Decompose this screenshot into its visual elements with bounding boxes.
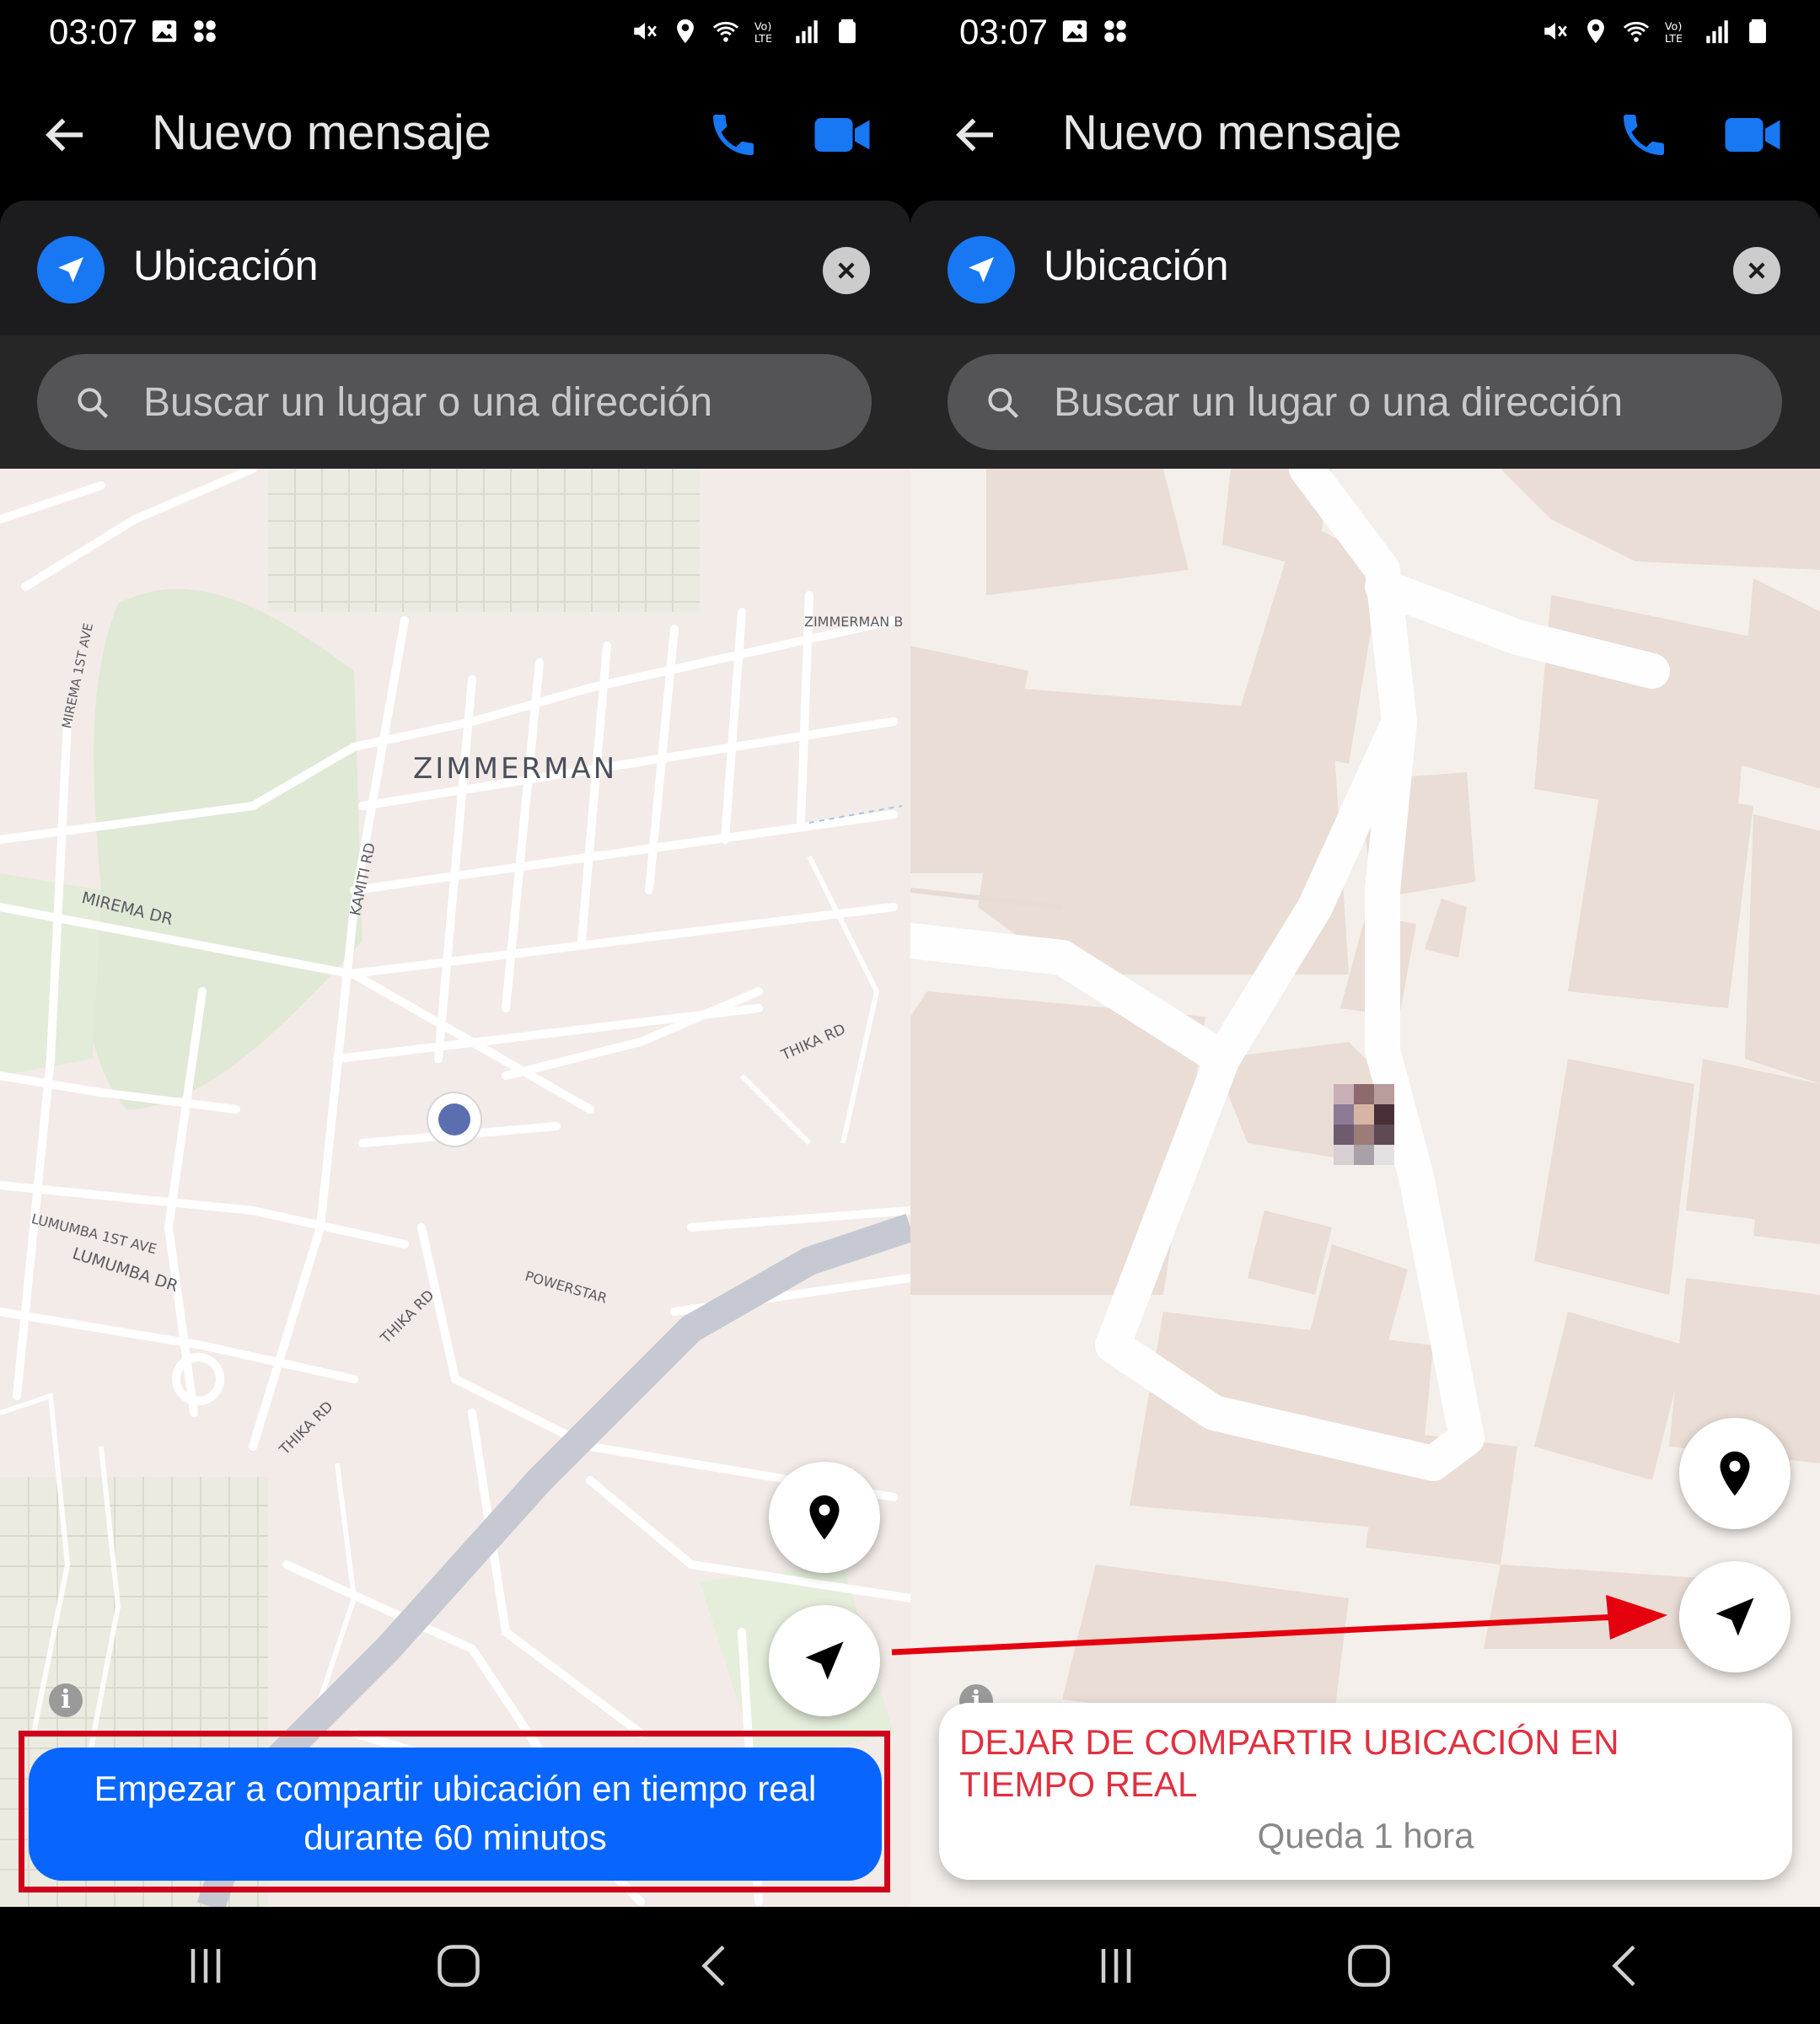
right-screenshot: 03:07 Vo) LTE Nuevo mensaje Ubicación Bu… [910, 0, 1820, 2024]
location-attachment-bar: Ubicación [0, 201, 910, 336]
svg-text:LTE: LTE [754, 33, 772, 46]
status-bar: 03:07 Vo) LTE [910, 0, 1820, 67]
location-icon [1581, 17, 1610, 46]
header: Nuevo mensaje [0, 67, 910, 201]
location-icon [671, 17, 700, 46]
search-area [910, 336, 1820, 469]
navigation-bar [910, 1907, 1820, 2024]
mute-icon [1541, 17, 1570, 46]
video-camera-icon [1725, 118, 1780, 152]
map-pin-icon [809, 1495, 840, 1540]
back-button[interactable] [40, 110, 91, 160]
back-icon[interactable] [690, 1941, 740, 1991]
search-input[interactable] [143, 369, 818, 435]
header: Nuevo mensaje [910, 67, 1820, 201]
phone-icon [713, 115, 754, 155]
status-time: 03:07 [49, 12, 138, 51]
close-icon [838, 262, 855, 279]
map-canvas [0, 469, 910, 1907]
page-title: Nuevo mensaje [1062, 105, 1402, 160]
drop-pin-button[interactable] [769, 1462, 880, 1573]
location-label: Ubicación [1044, 242, 1229, 289]
location-label: Ubicación [133, 242, 319, 289]
street-map[interactable]: ZIMMERMAN ZIMMERMAN B MIREMA 1ST AVE MIR… [0, 469, 910, 1907]
gallery-icon [150, 17, 179, 46]
home-icon[interactable] [433, 1941, 484, 1991]
navigation-arrow-icon [805, 1641, 844, 1680]
neighborhood-label: ZIMMERMAN [413, 752, 618, 786]
video-call-button[interactable] [1723, 110, 1782, 160]
video-call-button[interactable] [813, 110, 872, 160]
recent-apps-icon[interactable] [1091, 1941, 1141, 1991]
back-button[interactable] [951, 110, 1001, 160]
volte-icon: Vo) LTE [1662, 17, 1691, 46]
close-icon [1748, 262, 1765, 279]
call-button[interactable] [1617, 108, 1671, 162]
zoomed-map[interactable]: i [910, 469, 1820, 1907]
current-location-button[interactable] [1679, 1561, 1790, 1672]
back-icon[interactable] [1600, 1941, 1651, 1991]
arrow-left-icon [956, 118, 993, 152]
location-attachment-bar: Ubicación [910, 201, 1820, 336]
left-screenshot: 03:07 Vo) LTE Nuevo mensaje Ubicación Bu… [0, 0, 910, 2024]
navigation-arrow-icon [1715, 1597, 1754, 1636]
home-icon[interactable] [1344, 1941, 1394, 1991]
drop-pin-button[interactable] [1679, 1418, 1790, 1529]
map-pin-icon [1720, 1451, 1750, 1496]
volte-icon: Vo) LTE [752, 17, 781, 46]
stop-sharing-button[interactable]: DEJAR DE COMPARTIR UBICACIÓN EN TIEMPO R… [959, 1721, 1752, 1806]
svg-text:Vo): Vo) [754, 21, 772, 34]
navigation-bar [0, 1907, 910, 2024]
street-label: ZIMMERMAN B [804, 614, 904, 630]
arrow-left-icon [46, 118, 83, 152]
recent-apps-icon[interactable] [180, 1941, 231, 1991]
navigation-arrow-icon [37, 236, 105, 303]
apps-icon [191, 17, 219, 46]
battery-icon [1743, 17, 1772, 46]
search-input[interactable] [1054, 369, 1728, 435]
info-icon[interactable]: i [49, 1683, 83, 1717]
svg-text:LTE: LTE [1665, 33, 1683, 46]
signal-icon [1703, 17, 1731, 46]
close-button[interactable] [1733, 247, 1780, 294]
page-title: Nuevo mensaje [152, 105, 491, 160]
close-button[interactable] [823, 247, 870, 294]
current-location-button[interactable] [769, 1605, 880, 1716]
time-remaining: Queda 1 hora [1257, 1816, 1474, 1855]
search-box[interactable] [948, 354, 1782, 450]
mute-icon [631, 17, 659, 46]
map-canvas [910, 469, 1820, 1907]
video-camera-icon [814, 118, 870, 152]
apps-icon [1101, 17, 1130, 46]
location-marker-pixelated [1334, 1084, 1394, 1165]
signal-icon [792, 17, 821, 46]
search-icon [988, 388, 1019, 419]
search-area [0, 336, 910, 469]
annotation-highlight-box [19, 1731, 890, 1892]
stop-sharing-card[interactable]: DEJAR DE COMPARTIR UBICACIÓN EN TIEMPO R… [939, 1703, 1792, 1880]
call-button[interactable] [706, 108, 760, 162]
phone-icon [1624, 115, 1664, 155]
wifi-icon [1622, 17, 1651, 46]
navigation-arrow-icon [948, 236, 1015, 303]
wifi-icon [711, 17, 740, 46]
svg-text:Vo): Vo) [1665, 21, 1683, 34]
status-time: 03:07 [959, 12, 1049, 51]
status-bar: 03:07 Vo) LTE [0, 0, 910, 67]
search-icon [78, 388, 109, 419]
gallery-icon [1060, 17, 1089, 46]
battery-icon [833, 17, 862, 46]
search-box[interactable] [37, 354, 872, 450]
